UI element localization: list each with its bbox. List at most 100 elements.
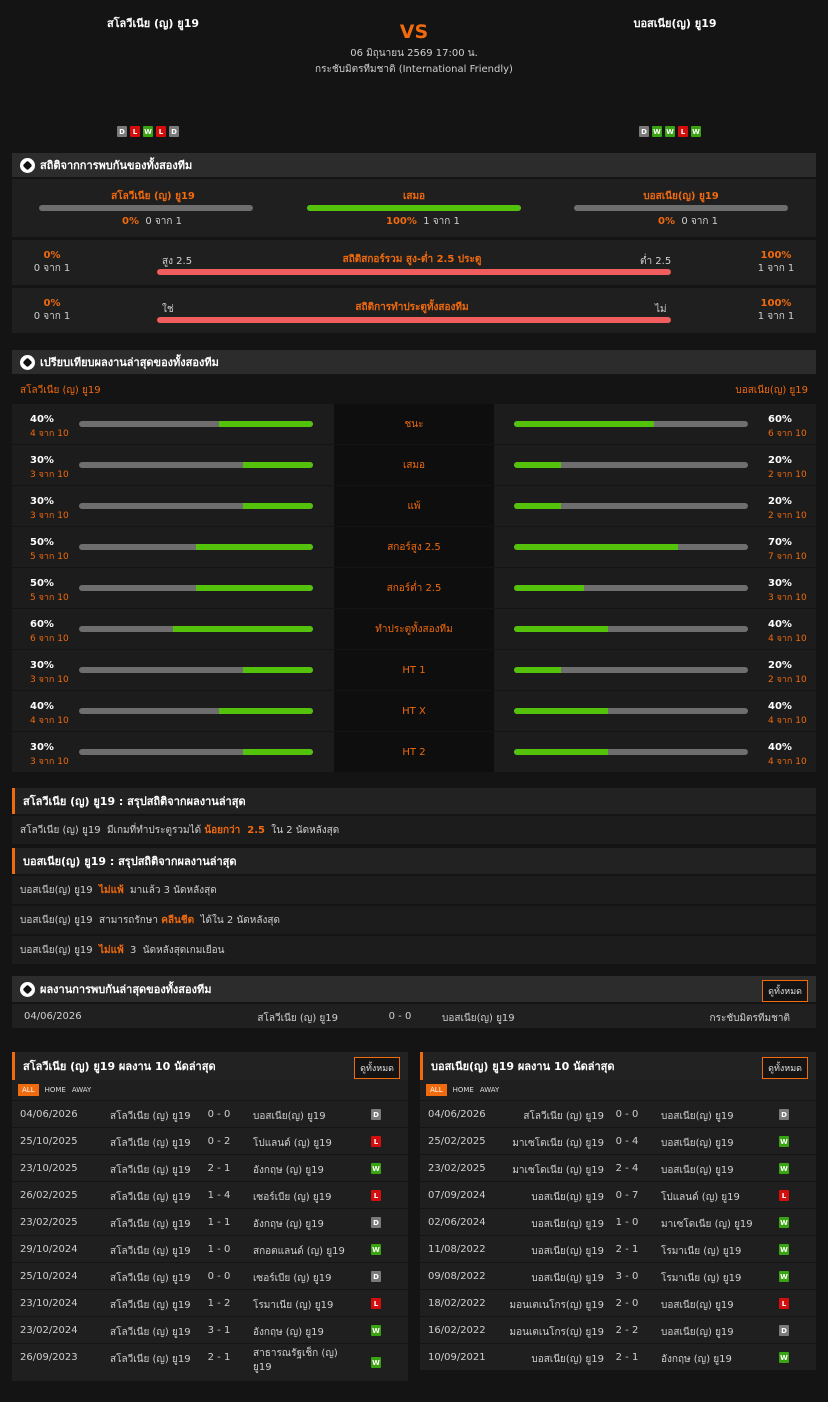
match-score: 2 - 4: [615, 1163, 639, 1174]
match-home-team: สโลวีเนีย (ญ) ยู19: [523, 1111, 604, 1122]
away-last10-tabs: ALL HOME AWAY: [420, 1080, 816, 1100]
home-bar: [79, 421, 313, 427]
compare-label: สกอร์ต่ำ 2.5: [334, 568, 494, 608]
compare-label: สกอร์สูง 2.5: [334, 527, 494, 567]
home-bar-fill: [172, 626, 313, 632]
match-score: 0 - 0: [207, 1271, 231, 1282]
home-last10-view-all-button[interactable]: ดูทั้งหมด: [354, 1057, 400, 1079]
compare-row: 50% 5 จาก 10 สกอร์ต่ำ 2.5 30% 3 จาก 10: [12, 568, 816, 608]
compare-label: ทำประตูทั้งสองทีม: [334, 609, 494, 649]
match-row[interactable]: 26/09/2023 สโลวีเนีย (ญ) ยู19 2 - 1 สาธารณร…: [12, 1343, 408, 1381]
tab-home[interactable]: HOME: [45, 1086, 66, 1094]
ou-right-stat: 100% 1 จาก 1: [757, 250, 795, 274]
result-badge: W: [779, 1136, 789, 1147]
result-badge: W: [371, 1357, 381, 1368]
match-row[interactable]: 10/09/2021 บอสเนีย(ญ) ยู19 2 - 1 อังกฤษ (ญ)…: [420, 1343, 816, 1370]
match-home-team: สโลวีเนีย (ญ) ยู19: [110, 1327, 191, 1338]
match-row[interactable]: 25/02/2025 มาเซโดเนีย (ญ) ยู19 0 - 4 บอสเนี…: [420, 1127, 816, 1154]
match-row[interactable]: 18/02/2022 มอนเตเนโกร(ญ) ยู19 2 - 0 บอสเนีย…: [420, 1289, 816, 1316]
match-row[interactable]: 23/10/2025 สโลวีเนีย (ญ) ยู19 2 - 1 อังกฤษ …: [12, 1154, 408, 1181]
match-row[interactable]: 23/02/2024 สโลวีเนีย (ญ) ยู19 3 - 1 อังกฤษ …: [12, 1316, 408, 1343]
away-summary-section: บอสเนีย(ญ) ยู19 : สรุปสถิติจากผลงานล่าสุ…: [12, 848, 816, 964]
tab-away[interactable]: AWAY: [72, 1086, 91, 1094]
match-date: 25/10/2025: [20, 1136, 78, 1147]
match-row[interactable]: 23/10/2024 สโลวีเนีย (ญ) ยู19 1 - 2 โรมาเนี…: [12, 1289, 408, 1316]
match-score: 0 - 2: [207, 1136, 231, 1147]
match-score: 2 - 1: [615, 1244, 639, 1255]
btts-bar: [157, 317, 671, 323]
btts-panel: 0% 0 จาก 1 ใช่ สถิติการทำประตูทั้งสองทีม …: [12, 288, 816, 333]
home-stat: 60% 6 จาก 10: [30, 619, 69, 644]
compare-label: HT X: [334, 691, 494, 731]
tab-away[interactable]: AWAY: [480, 1086, 499, 1094]
away-bar: [514, 585, 748, 591]
btts-right-stat: 100% 1 จาก 1: [757, 298, 795, 322]
result-badge: W: [779, 1163, 789, 1174]
match-away-team: บอสเนีย(ญ) ยู19: [661, 1327, 734, 1338]
match-score: 3 - 1: [207, 1325, 231, 1336]
match-score: 1 - 4: [207, 1190, 231, 1201]
match-away-team: บอสเนีย(ญ) ยู19: [661, 1138, 734, 1149]
ou-right-label: ต่ำ 2.5: [640, 256, 672, 267]
match-away-team: อังกฤษ (ญ) ยู19: [253, 1165, 324, 1176]
home-stat: 50% 5 จาก 10: [30, 578, 69, 603]
match-row[interactable]: 25/10/2025 สโลวีเนีย (ญ) ยู19 0 - 2 โปแลนด์…: [12, 1127, 408, 1154]
home-summary-title: สโลวีเนีย (ญ) ยู19 : สรุปสถิติจากผลงานล่…: [12, 788, 816, 814]
home-last10-list: 04/06/2026 สโลวีเนีย (ญ) ยู19 0 - 0 บอสเนีย…: [12, 1100, 408, 1381]
match-row[interactable]: 09/08/2022 บอสเนีย(ญ) ยู19 3 - 0 โรมาเนีย (…: [420, 1262, 816, 1289]
match-row[interactable]: 25/10/2024 สโลวีเนีย (ญ) ยู19 0 - 0 เซอร์เบ…: [12, 1262, 408, 1289]
recent-h2h-view-all-button[interactable]: ดูทั้งหมด: [762, 980, 808, 1002]
form-badge: W: [652, 126, 662, 137]
tab-home[interactable]: HOME: [453, 1086, 474, 1094]
recent-h2h-row[interactable]: 04/06/2026 สโลวีเนีย (ญ) ยู19 0 - 0 บอสเ…: [12, 1004, 816, 1028]
match-row[interactable]: 04/06/2026 สโลวีเนีย (ญ) ยู19 0 - 0 บอสเนีย…: [420, 1100, 816, 1127]
h2h-stats-section: สถิติจากการพบกันของทั้งสองทีม สโลวีเนีย …: [12, 153, 816, 333]
compare-row: 30% 3 จาก 10 แพ้ 20% 2 จาก 10: [12, 486, 816, 526]
home-summary-section: สโลวีเนีย (ญ) ยู19 : สรุปสถิติจากผลงานล่…: [12, 788, 816, 844]
away-team-name[interactable]: บอสเนีย(ญ) ยู19: [522, 14, 828, 32]
home-last10-section: สโลวีเนีย (ญ) ยู19 ผลงาน 10 นัดล่าสุด ดู…: [12, 1052, 408, 1381]
h2h-stats-header: สถิติจากการพบกันของทั้งสองทีม: [12, 153, 816, 177]
match-home-team: สโลวีเนีย (ญ) ยู19: [110, 1111, 191, 1122]
match-row[interactable]: 16/02/2022 มอนเตเนโกร(ญ) ยู19 2 - 2 บอสเนีย…: [420, 1316, 816, 1343]
match-home-team: บอสเนีย(ญ) ยู19: [531, 1354, 604, 1365]
match-date: 06 มิถุนายน 2569 17:00 น.: [350, 48, 478, 59]
tab-all[interactable]: ALL: [18, 1084, 39, 1096]
match-row[interactable]: 11/08/2022 บอสเนีย(ญ) ยู19 2 - 1 โรมาเนีย (…: [420, 1235, 816, 1262]
compare-away-team[interactable]: บอสเนีย(ญ) ยู19: [735, 383, 808, 398]
over-under-panel: 0% 0 จาก 1 สูง 2.5 สถิติสกอร์รวม สูง-ต่ำ …: [12, 240, 816, 285]
result-badge: L: [779, 1298, 789, 1309]
match-date: 07/09/2024: [428, 1190, 486, 1201]
soccer-ball-icon: [20, 981, 35, 997]
match-row[interactable]: 29/10/2024 สโลวีเนีย (ญ) ยู19 1 - 0 สกอตแลน…: [12, 1235, 408, 1262]
match-away-team: อังกฤษ (ญ) ยู19: [253, 1327, 324, 1338]
match-away-team: มาเซโดเนีย (ญ) ยู19: [661, 1219, 753, 1230]
match-date: 16/02/2022: [428, 1325, 486, 1336]
away-last10-list: 04/06/2026 สโลวีเนีย (ญ) ยู19 0 - 0 บอสเนีย…: [420, 1100, 816, 1370]
match-home-team: มาเซโดเนีย (ญ) ยู19: [512, 1165, 604, 1176]
match-score: 2 - 1: [207, 1352, 231, 1363]
match-row[interactable]: 07/09/2024 บอสเนีย(ญ) ยู19 0 - 7 โปแลนด์ (ญ…: [420, 1181, 816, 1208]
compare-label: แพ้: [334, 486, 494, 526]
match-home-team: สโลวีเนีย (ญ) ยู19: [110, 1246, 191, 1257]
away-bar-fill: [514, 585, 585, 591]
compare-home-team[interactable]: สโลวีเนีย (ญ) ยู19: [20, 383, 101, 398]
match-home-team: สโลวีเนีย (ญ) ยู19: [110, 1192, 191, 1203]
home-stat: 30% 3 จาก 10: [30, 660, 69, 685]
match-row[interactable]: 04/06/2026 สโลวีเนีย (ญ) ยู19 0 - 0 บอสเนีย…: [12, 1100, 408, 1127]
home-bar: [79, 462, 313, 468]
form-badge: D: [169, 126, 179, 137]
away-last10-view-all-button[interactable]: ดูทั้งหมด: [762, 1057, 808, 1079]
away-summary-rows: บอสเนีย(ญ) ยู19 ไม่แพ้ มาแล้ว 3 นัดหลังส…: [12, 876, 816, 964]
match-date: 04/06/2026: [24, 1011, 82, 1022]
match-row[interactable]: 23/02/2025 สโลวีเนีย (ญ) ยู19 1 - 1 อังกฤษ …: [12, 1208, 408, 1235]
h2h-home-stat: 0% 0 จาก 1: [122, 216, 182, 227]
match-score: 1 - 0: [207, 1244, 231, 1255]
away-bar-fill: [514, 749, 608, 755]
match-row[interactable]: 02/06/2024 บอสเนีย(ญ) ยู19 1 - 0 มาเซโดเนีย…: [420, 1208, 816, 1235]
result-badge: D: [779, 1109, 789, 1120]
match-row[interactable]: 26/02/2025 สโลวีเนีย (ญ) ยู19 1 - 4 เซอร์เบ…: [12, 1181, 408, 1208]
away-bar-fill: [514, 626, 608, 632]
match-row[interactable]: 23/02/2025 มาเซโดเนีย (ญ) ยู19 2 - 4 บอสเนี…: [420, 1154, 816, 1181]
tab-all[interactable]: ALL: [426, 1084, 447, 1096]
